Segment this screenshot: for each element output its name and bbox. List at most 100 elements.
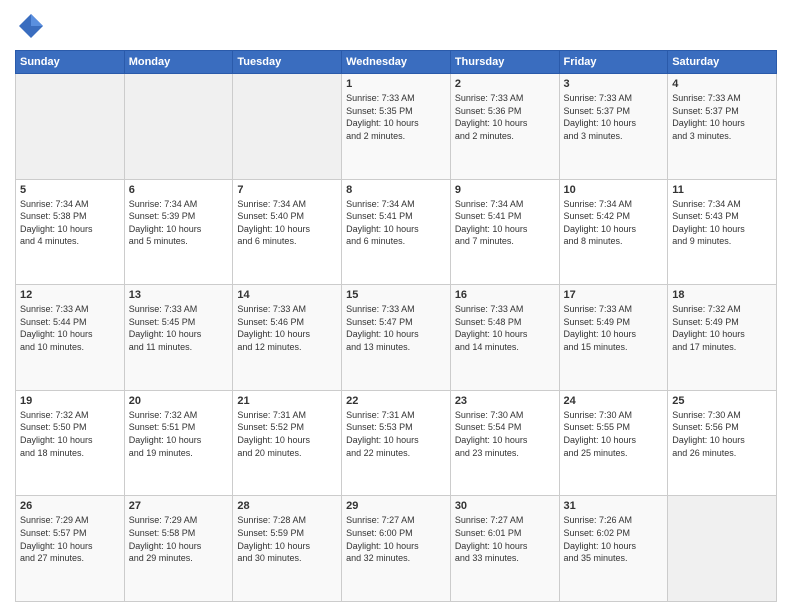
cell-details: Sunrise: 7:33 AM Sunset: 5:48 PM Dayligh… <box>455 303 555 353</box>
calendar-cell: 14 Sunrise: 7:33 AM Sunset: 5:46 PM Dayli… <box>233 285 342 391</box>
calendar-body: 1 Sunrise: 7:33 AM Sunset: 5:35 PM Daylig… <box>16 74 777 602</box>
calendar-cell: 4 Sunrise: 7:33 AM Sunset: 5:37 PM Daylig… <box>668 74 777 180</box>
calendar-cell <box>16 74 125 180</box>
calendar-cell: 6Sunrise: 7:34 AM Sunset: 5:39 PM Daylig… <box>124 179 233 285</box>
calendar-cell: 24Sunrise: 7:30 AM Sunset: 5:55 PM Dayli… <box>559 390 668 496</box>
cell-details: Sunrise: 7:30 AM Sunset: 5:56 PM Dayligh… <box>672 409 772 459</box>
cell-details: Sunrise: 7:34 AM Sunset: 5:41 PM Dayligh… <box>346 198 446 248</box>
cell-details: Sunrise: 7:27 AM Sunset: 6:01 PM Dayligh… <box>455 514 555 564</box>
day-number: 8 <box>346 184 446 196</box>
day-number: 13 <box>129 289 229 301</box>
day-number: 17 <box>564 289 664 301</box>
calendar-week-4: 19Sunrise: 7:32 AM Sunset: 5:50 PM Dayli… <box>16 390 777 496</box>
cell-details: Sunrise: 7:33 AM Sunset: 5:49 PM Dayligh… <box>564 303 664 353</box>
cell-details: Sunrise: 7:34 AM Sunset: 5:39 PM Dayligh… <box>129 198 229 248</box>
cell-details: Sunrise: 7:30 AM Sunset: 5:54 PM Dayligh… <box>455 409 555 459</box>
calendar-cell: 23 Sunrise: 7:30 AM Sunset: 5:54 PM Dayli… <box>450 390 559 496</box>
day-number: 21 <box>237 395 337 407</box>
day-number: 23 <box>455 395 555 407</box>
calendar-cell: 25 Sunrise: 7:30 AM Sunset: 5:56 PM Dayli… <box>668 390 777 496</box>
day-number: 29 <box>346 500 446 512</box>
calendar-cell: 8 Sunrise: 7:34 AM Sunset: 5:41 PM Daylig… <box>342 179 451 285</box>
day-header-tuesday: Tuesday <box>233 51 342 74</box>
day-number: 5 <box>20 184 120 196</box>
day-number: 3 <box>564 78 664 90</box>
day-number: 20 <box>129 395 229 407</box>
cell-details: Sunrise: 7:33 AM Sunset: 5:44 PM Dayligh… <box>20 303 120 353</box>
calendar-cell <box>233 74 342 180</box>
day-number: 31 <box>564 500 664 512</box>
cell-details: Sunrise: 7:33 AM Sunset: 5:35 PM Dayligh… <box>346 92 446 142</box>
cell-details: Sunrise: 7:33 AM Sunset: 5:47 PM Dayligh… <box>346 303 446 353</box>
calendar-cell: 2 Sunrise: 7:33 AM Sunset: 5:36 PM Daylig… <box>450 74 559 180</box>
calendar-week-2: 5 Sunrise: 7:34 AM Sunset: 5:38 PM Daylig… <box>16 179 777 285</box>
cell-details: Sunrise: 7:29 AM Sunset: 5:58 PM Dayligh… <box>129 514 229 564</box>
calendar-cell: 31Sunrise: 7:26 AM Sunset: 6:02 PM Dayli… <box>559 496 668 602</box>
cell-details: Sunrise: 7:33 AM Sunset: 5:46 PM Dayligh… <box>237 303 337 353</box>
day-number: 14 <box>237 289 337 301</box>
calendar-cell: 19Sunrise: 7:32 AM Sunset: 5:50 PM Dayli… <box>16 390 125 496</box>
calendar-week-3: 12Sunrise: 7:33 AM Sunset: 5:44 PM Dayli… <box>16 285 777 391</box>
calendar-cell: 21 Sunrise: 7:31 AM Sunset: 5:52 PM Dayli… <box>233 390 342 496</box>
day-number: 26 <box>20 500 120 512</box>
cell-details: Sunrise: 7:34 AM Sunset: 5:40 PM Dayligh… <box>237 198 337 248</box>
calendar-week-1: 1 Sunrise: 7:33 AM Sunset: 5:35 PM Daylig… <box>16 74 777 180</box>
cell-details: Sunrise: 7:32 AM Sunset: 5:50 PM Dayligh… <box>20 409 120 459</box>
calendar-cell: 1 Sunrise: 7:33 AM Sunset: 5:35 PM Daylig… <box>342 74 451 180</box>
calendar-cell: 16 Sunrise: 7:33 AM Sunset: 5:48 PM Dayli… <box>450 285 559 391</box>
day-number: 1 <box>346 78 446 90</box>
header <box>15 10 777 42</box>
calendar-cell: 29 Sunrise: 7:27 AM Sunset: 6:00 PM Dayli… <box>342 496 451 602</box>
day-number: 9 <box>455 184 555 196</box>
day-number: 25 <box>672 395 772 407</box>
cell-details: Sunrise: 7:27 AM Sunset: 6:00 PM Dayligh… <box>346 514 446 564</box>
day-header-saturday: Saturday <box>668 51 777 74</box>
cell-details: Sunrise: 7:34 AM Sunset: 5:42 PM Dayligh… <box>564 198 664 248</box>
logo-icon <box>15 10 47 42</box>
calendar-week-5: 26 Sunrise: 7:29 AM Sunset: 5:57 PM Dayli… <box>16 496 777 602</box>
calendar-cell: 9 Sunrise: 7:34 AM Sunset: 5:41 PM Daylig… <box>450 179 559 285</box>
cell-details: Sunrise: 7:31 AM Sunset: 5:53 PM Dayligh… <box>346 409 446 459</box>
day-number: 28 <box>237 500 337 512</box>
day-header-friday: Friday <box>559 51 668 74</box>
day-number: 22 <box>346 395 446 407</box>
cell-details: Sunrise: 7:32 AM Sunset: 5:51 PM Dayligh… <box>129 409 229 459</box>
calendar-table: SundayMondayTuesdayWednesdayThursdayFrid… <box>15 50 777 602</box>
calendar-cell: 18Sunrise: 7:32 AM Sunset: 5:49 PM Dayli… <box>668 285 777 391</box>
day-number: 27 <box>129 500 229 512</box>
cell-details: Sunrise: 7:30 AM Sunset: 5:55 PM Dayligh… <box>564 409 664 459</box>
calendar-cell: 13 Sunrise: 7:33 AM Sunset: 5:45 PM Dayli… <box>124 285 233 391</box>
calendar-cell: 12Sunrise: 7:33 AM Sunset: 5:44 PM Dayli… <box>16 285 125 391</box>
calendar-cell: 5 Sunrise: 7:34 AM Sunset: 5:38 PM Daylig… <box>16 179 125 285</box>
calendar-cell <box>668 496 777 602</box>
calendar-cell: 30Sunrise: 7:27 AM Sunset: 6:01 PM Dayli… <box>450 496 559 602</box>
cell-details: Sunrise: 7:33 AM Sunset: 5:36 PM Dayligh… <box>455 92 555 142</box>
cell-details: Sunrise: 7:28 AM Sunset: 5:59 PM Dayligh… <box>237 514 337 564</box>
day-number: 10 <box>564 184 664 196</box>
day-header-monday: Monday <box>124 51 233 74</box>
calendar-cell <box>124 74 233 180</box>
calendar-cell: 15 Sunrise: 7:33 AM Sunset: 5:47 PM Dayli… <box>342 285 451 391</box>
cell-details: Sunrise: 7:31 AM Sunset: 5:52 PM Dayligh… <box>237 409 337 459</box>
day-number: 7 <box>237 184 337 196</box>
cell-details: Sunrise: 7:34 AM Sunset: 5:41 PM Dayligh… <box>455 198 555 248</box>
day-header-wednesday: Wednesday <box>342 51 451 74</box>
calendar-cell: 3Sunrise: 7:33 AM Sunset: 5:37 PM Daylig… <box>559 74 668 180</box>
day-number: 15 <box>346 289 446 301</box>
cell-details: Sunrise: 7:33 AM Sunset: 5:37 PM Dayligh… <box>672 92 772 142</box>
cell-details: Sunrise: 7:29 AM Sunset: 5:57 PM Dayligh… <box>20 514 120 564</box>
day-number: 2 <box>455 78 555 90</box>
calendar-cell: 20 Sunrise: 7:32 AM Sunset: 5:51 PM Dayli… <box>124 390 233 496</box>
calendar-cell: 28 Sunrise: 7:28 AM Sunset: 5:59 PM Dayli… <box>233 496 342 602</box>
cell-details: Sunrise: 7:33 AM Sunset: 5:45 PM Dayligh… <box>129 303 229 353</box>
day-number: 11 <box>672 184 772 196</box>
logo <box>15 10 51 42</box>
cell-details: Sunrise: 7:34 AM Sunset: 5:43 PM Dayligh… <box>672 198 772 248</box>
calendar-cell: 26 Sunrise: 7:29 AM Sunset: 5:57 PM Dayli… <box>16 496 125 602</box>
day-number: 16 <box>455 289 555 301</box>
page: SundayMondayTuesdayWednesdayThursdayFrid… <box>0 0 792 612</box>
cell-details: Sunrise: 7:34 AM Sunset: 5:38 PM Dayligh… <box>20 198 120 248</box>
calendar-cell: 7 Sunrise: 7:34 AM Sunset: 5:40 PM Daylig… <box>233 179 342 285</box>
day-number: 4 <box>672 78 772 90</box>
day-header-sunday: Sunday <box>16 51 125 74</box>
